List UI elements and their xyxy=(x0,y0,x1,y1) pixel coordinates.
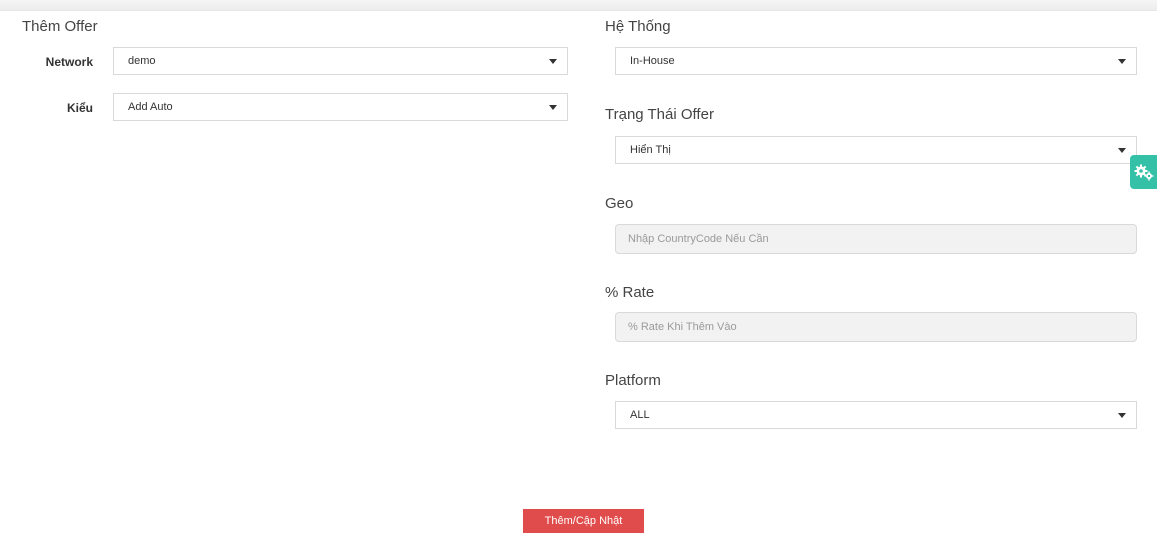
status-select-value: Hiển Thị xyxy=(630,144,671,156)
type-select[interactable]: Add Auto xyxy=(113,93,568,121)
system-select-value: In-House xyxy=(630,55,675,67)
gear-icon xyxy=(1134,164,1154,181)
status-select[interactable]: Hiển Thị xyxy=(615,136,1137,164)
chevron-down-icon xyxy=(549,59,557,64)
network-select[interactable]: demo xyxy=(113,47,568,75)
top-bar xyxy=(0,0,1157,11)
status-label: Trạng Thái Offer xyxy=(605,106,714,123)
chevron-down-icon xyxy=(549,105,557,110)
geo-label: Geo xyxy=(605,195,634,212)
rate-label: % Rate xyxy=(605,284,655,301)
platform-select-value: ALL xyxy=(630,409,650,421)
chevron-down-icon xyxy=(1118,59,1126,64)
form-title: Thêm Offer xyxy=(22,18,98,35)
system-select[interactable]: In-House xyxy=(615,47,1137,75)
submit-button[interactable]: Thêm/Cập Nhật xyxy=(523,509,644,533)
type-label: Kiểu xyxy=(66,101,93,115)
platform-label: Platform xyxy=(605,372,661,389)
chevron-down-icon xyxy=(1118,413,1126,418)
system-label: Hệ Thống xyxy=(605,18,671,35)
platform-select[interactable]: ALL xyxy=(615,401,1137,429)
network-select-value: demo xyxy=(128,55,156,67)
geo-input[interactable] xyxy=(615,224,1137,254)
chevron-down-icon xyxy=(1118,148,1126,153)
settings-tab[interactable] xyxy=(1130,155,1157,189)
type-select-value: Add Auto xyxy=(128,101,173,113)
network-label: Network xyxy=(45,55,93,69)
rate-input[interactable] xyxy=(615,312,1137,342)
